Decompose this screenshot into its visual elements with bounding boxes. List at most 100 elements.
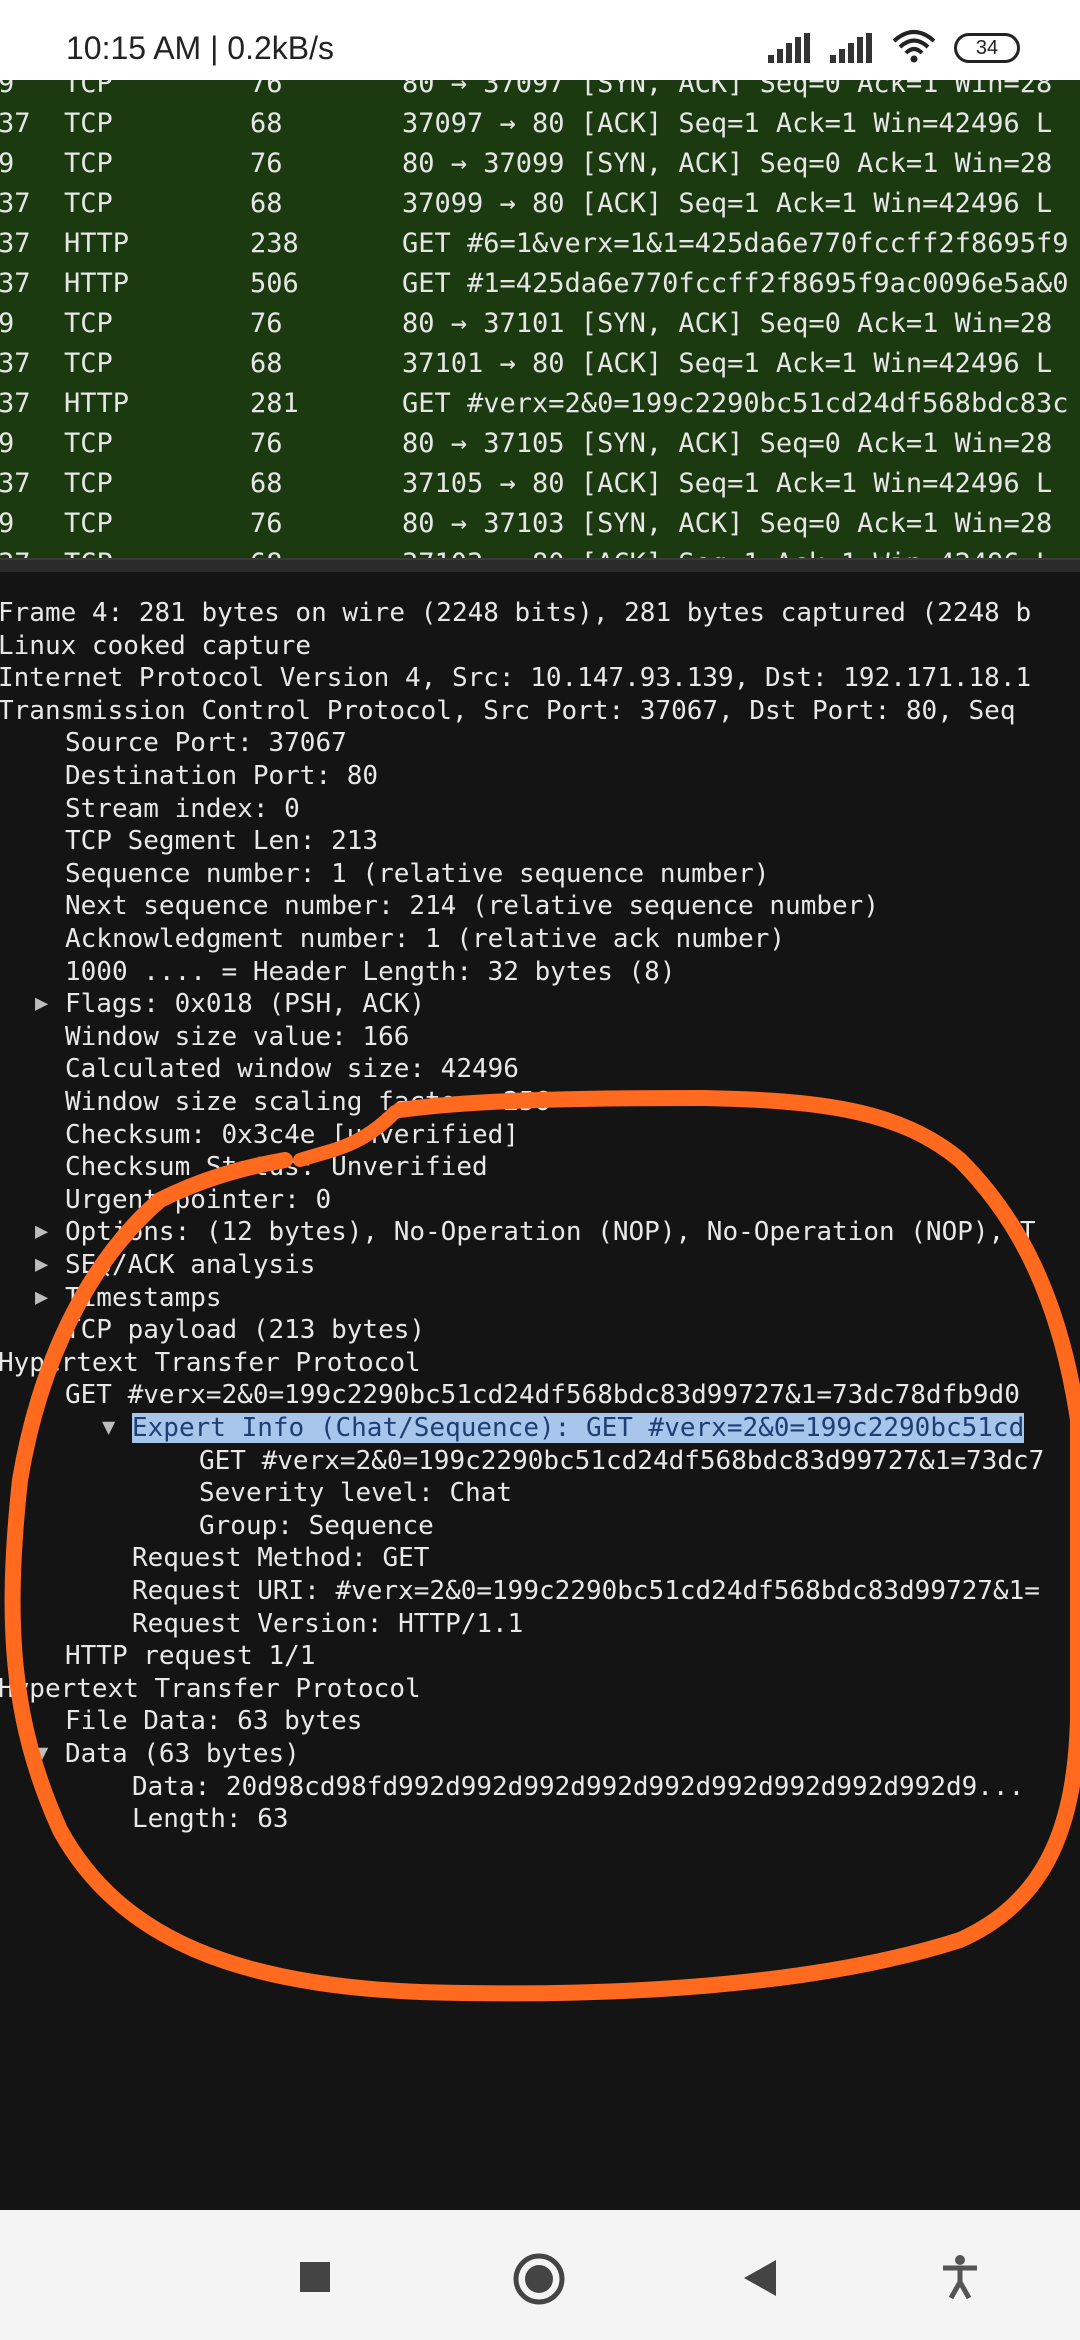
packet-cell-c4: 37103 → 80 [ACK] Seq=1 Ack=1 Win=42496 L: [402, 548, 1052, 558]
packet-cell-c2: TCP: [64, 428, 113, 459]
packet-cell-c2: TCP: [64, 80, 113, 99]
packet-cell-c3: 238: [250, 228, 299, 259]
packet-cell-c4: 80 → 37099 [SYN, ACK] Seq=0 Ack=1 Win=28: [402, 148, 1053, 179]
packet-cell-c3: 76: [250, 308, 283, 339]
signal-icon: [768, 33, 812, 63]
collapsed-arrow-icon[interactable]: ▶: [35, 991, 48, 1016]
packet-cell-c2: TCP: [64, 108, 113, 139]
tree-row-label: Data (63 bytes): [65, 1739, 300, 1769]
tree-row-label: Flags: 0x018 (PSH, ACK): [65, 989, 426, 1020]
packet-row[interactable]: 9 TCP 76 80 → 37099 [SYN, ACK] Seq=0 Ack=1 …: [0, 146, 1080, 186]
collapsed-arrow-icon[interactable]: ▶: [35, 1285, 48, 1310]
tree-row-label: Hypertext Transfer Protocol: [0, 1673, 421, 1704]
packet-cell-c2: HTTP: [64, 268, 130, 299]
packet-cell-c2: HTTP: [64, 228, 130, 259]
tree-row-label: Acknowledgment number: 1 (relative ack n…: [65, 924, 786, 954]
packet-cell-c1: 37: [0, 188, 31, 219]
packet-cell-c1: 9: [0, 148, 15, 179]
packet-cell-c1: 37: [0, 548, 31, 558]
tree-row-label: HTTP request 1/1: [65, 1641, 316, 1672]
signal-icon: [830, 33, 874, 63]
tree-row-label: TCP payload (213 bytes): [65, 1315, 426, 1346]
packet-row[interactable]: 9 TCP 76 80 → 37105 [SYN, ACK] Seq=0 Ack=1 …: [0, 426, 1080, 466]
packet-list[interactable]: 9 TCP 76 80 → 37097 [SYN, ACK] Seq=0 Ack=1 …: [0, 80, 1080, 558]
tree-row-label: 1000 .... = Header Length: 32 bytes (8): [65, 956, 676, 987]
packet-row[interactable]: 37 TCP 68 37101 → 80 [ACK] Seq=1 Ack=1 Win=…: [0, 346, 1080, 386]
packet-row[interactable]: 9 TCP 76 80 → 37101 [SYN, ACK] Seq=0 Ack=1 …: [0, 306, 1080, 346]
packet-row[interactable]: 9 TCP 76 80 → 37103 [SYN, ACK] Seq=0 Ack=1 …: [0, 506, 1080, 546]
tree-row-label: Sequence number: 1 (relative sequence nu…: [65, 858, 770, 889]
packet-cell-c2: TCP: [64, 148, 113, 179]
tree-row-label: Group: Sequence: [199, 1510, 434, 1541]
tree-row-label: Request Method: GET: [132, 1543, 430, 1574]
battery-icon: 34: [954, 33, 1020, 63]
packet-cell-c2: TCP: [64, 508, 113, 539]
tree-row-label: Data: 20d98cd98fd992d992d992d992d992d992…: [132, 1771, 1025, 1802]
expanded-arrow-icon[interactable]: ▼: [102, 1415, 115, 1440]
packet-cell-c3: 76: [250, 80, 283, 99]
packet-cell-c4: GET #6=1&verx=1&1=425da6e770fccff2f8695f…: [402, 228, 1069, 259]
tree-row-label: Options: (12 bytes), No-Operation (NOP),…: [65, 1217, 1036, 1248]
packet-cell-c2: TCP: [64, 308, 113, 339]
tree-row-label: TCP Segment Len: 213: [65, 826, 379, 857]
packet-cell-c3: 68: [250, 348, 283, 379]
packet-cell-c3: 76: [250, 508, 283, 539]
packet-cell-c2: TCP: [64, 548, 113, 558]
tree-row-label: Timestamps: [65, 1282, 222, 1313]
packet-cell-c4: 80 → 37105 [SYN, ACK] Seq=0 Ack=1 Win=28: [402, 428, 1053, 459]
packet-cell-c1: 9: [0, 428, 15, 459]
back-triangle-icon[interactable]: [742, 2258, 778, 2302]
status-icons: 34: [768, 28, 1020, 68]
packet-cell-c3: 506: [250, 268, 299, 299]
tree-row-label: Severity level: Chat: [199, 1478, 513, 1509]
packet-cell-c3: 281: [250, 388, 299, 419]
tree-row-label: Expert Info (Chat/Sequence): GET #verx=2…: [132, 1413, 1025, 1443]
tree-row-label: Hypertext Transfer Protocol: [0, 1347, 421, 1378]
tree-row-label: Window size value: 166: [65, 1021, 410, 1052]
home-circle-icon[interactable]: [512, 2252, 566, 2310]
packet-row[interactable]: 37 TCP 68 37099 → 80 [ACK] Seq=1 Ack=1 Win=…: [0, 186, 1080, 226]
packet-cell-c4: 37101 → 80 [ACK] Seq=1 Ack=1 Win=42496 L: [402, 348, 1053, 379]
tree-row-label: SEQ/ACK analysis: [65, 1250, 316, 1280]
expanded-arrow-icon[interactable]: ▼: [35, 1382, 48, 1407]
packet-cell-c1: 9: [0, 308, 15, 339]
packet-row[interactable]: 37 HTTP 238 GET #6=1&verx=1&1=425da6e770fcc…: [0, 226, 1080, 266]
packet-row[interactable]: 37 HTTP 281 GET #verx=2&0=199c2290bc51cd24d…: [0, 386, 1080, 426]
packet-cell-c3: 68: [250, 108, 283, 139]
tree-row-label: Window size scaling factor: 256: [65, 1087, 551, 1117]
packet-row[interactable]: 37 TCP 68 37105 → 80 [ACK] Seq=1 Ack=1 Win=…: [0, 466, 1080, 506]
tree-row-label: GET #verx=2&0=199c2290bc51cd24df568bdc83…: [65, 1380, 1020, 1411]
tree-row-label: Length: 63: [132, 1804, 289, 1835]
packet-cell-c4: 37099 → 80 [ACK] Seq=1 Ack=1 Win=42496 L: [402, 188, 1053, 219]
tree-row-label: Checksum Status: Unverified: [65, 1152, 488, 1183]
tree-row-label: Next sequence number: 214 (relative sequ…: [65, 891, 879, 922]
tree-row-label: Frame 4: 281 bytes on wire (2248 bits), …: [0, 598, 1032, 628]
packet-cell-c3: 68: [250, 548, 283, 558]
packet-cell-c1: 37: [0, 108, 31, 139]
packet-cell-c2: TCP: [64, 188, 113, 219]
packet-row[interactable]: 37 TCP 68 37097 → 80 [ACK] Seq=1 Ack=1 Win=…: [0, 106, 1080, 146]
packet-details-tree[interactable]: Frame 4: 281 bytes on wire (2248 bits), …: [0, 572, 1080, 2210]
status-bar: 10:15 AM | 0.2kB/s 34: [0, 0, 1080, 80]
packet-row[interactable]: 37 TCP 68 37103 → 80 [ACK] Seq=1 Ack=1 Win=…: [0, 546, 1080, 558]
tree-row-label: Stream index: 0: [65, 793, 300, 824]
packet-cell-c4: 37105 → 80 [ACK] Seq=1 Ack=1 Win=42496 L: [402, 468, 1053, 499]
packet-row[interactable]: 9 TCP 76 80 → 37097 [SYN, ACK] Seq=0 Ack=1 …: [0, 80, 1080, 106]
tree-row-label: Request URI: #verx=2&0=199c2290bc51cd24d…: [132, 1576, 1040, 1606]
packet-cell-c4: GET #1=425da6e770fccff2f8695f9ac0096e5a&…: [402, 268, 1069, 299]
collapsed-arrow-icon[interactable]: ▶: [35, 1252, 48, 1277]
packet-cell-c1: 37: [0, 348, 31, 379]
packet-cell-c2: TCP: [64, 468, 113, 499]
packet-cell-c1: 9: [0, 80, 15, 99]
accessibility-icon[interactable]: [940, 2254, 980, 2304]
packet-row[interactable]: 37 HTTP 506 GET #1=425da6e770fccff2f8695f9a…: [0, 266, 1080, 306]
recents-square-icon[interactable]: [298, 2260, 332, 2298]
packet-cell-c2: HTTP: [64, 388, 130, 419]
packet-cell-c4: GET #verx=2&0=199c2290bc51cd24df568bdc83…: [402, 388, 1069, 419]
tree-row-label: Source Port: 37067: [65, 728, 347, 759]
expanded-arrow-icon[interactable]: ▼: [35, 1741, 48, 1766]
tree-row-label: Calculated window size: 42496: [65, 1054, 519, 1085]
packet-cell-c4: 80 → 37097 [SYN, ACK] Seq=0 Ack=1 Win=28: [402, 80, 1053, 99]
collapsed-arrow-icon[interactable]: ▶: [35, 1219, 48, 1244]
tree-row-label: File Data: 63 bytes: [65, 1706, 363, 1737]
